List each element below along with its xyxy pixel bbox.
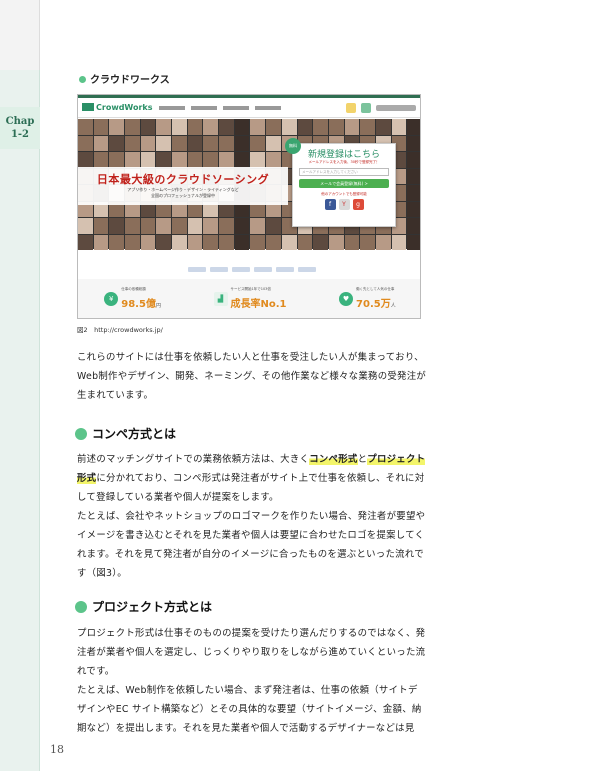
yahoo-icon: Y: [338, 199, 350, 210]
signup-social-note: 他のアカウントでも登録可能: [321, 192, 367, 196]
share-button-icon: [254, 267, 272, 272]
project-paragraph-2: たとえば、Web制作を依頼したい場合、まず発注者は、仕事の依頼（サイトデザインや…: [77, 685, 422, 734]
logo-mark-icon: [82, 103, 94, 111]
crowdworks-screenshot: CrowdWorks 日本最大級のクラウドソーシング アプリ作り・ホームページ作…: [77, 94, 421, 319]
signup-title: 新規登録はこちら: [307, 150, 380, 160]
bullet-dot-icon: [75, 601, 87, 613]
signup-button: メールで会員登録(無料) >: [299, 179, 389, 188]
bullet-dot-icon: [75, 428, 87, 440]
project-paragraph-1: プロジェクト形式は仕事そのものの提案を受けたり選んだりするのではなく、発注者が業…: [77, 628, 426, 677]
highlight-compe: コンペ形式: [309, 454, 358, 465]
stat-item: ♥ 働く先として人気の仕事 70.5万人: [339, 287, 396, 311]
login-icon: [361, 102, 371, 113]
facebook-icon: f: [324, 199, 336, 210]
chart-icon: ▟: [213, 292, 228, 306]
heart-icon: ♥: [339, 292, 354, 306]
hero-banner: 日本最大級のクラウドソーシング アプリ作り・ホームページ作り・デザイン・ライティ…: [78, 167, 288, 205]
compe-paragraph-1: 前述のマッチングサイトでの業務依頼方法は、大きくコンペ形式とプロジェクト形式に分…: [77, 454, 426, 503]
figure-heading-text: クラウドワークス: [90, 75, 170, 86]
intro-paragraph: これらのサイトには仕事を依頼したい人と仕事を受注したい人が集まっており、Web制…: [77, 352, 427, 401]
share-button-icon: [188, 267, 206, 272]
share-button-icon: [232, 267, 250, 272]
hero-subtitle-2: 全国のプロフェッショナルが登録中: [151, 193, 215, 198]
section-heading-compe: コンペ方式とは: [75, 425, 176, 442]
stat-item: ▟ サービス開始1年で103倍 成長率No.1: [213, 287, 287, 311]
screenshot-nav: [158, 105, 281, 110]
signup-email-field: メールアドレスを入力してください: [299, 168, 389, 176]
share-button-icon: [298, 267, 316, 272]
page-number: 18: [50, 743, 64, 756]
chapter-label: Chap: [5, 116, 35, 127]
share-button-icon: [276, 267, 294, 272]
share-buttons: [188, 267, 316, 272]
crowdworks-logo: CrowdWorks: [82, 103, 153, 112]
screenshot-header: CrowdWorks: [78, 98, 420, 118]
stat-item: ¥ 仕事の依頼総額 98.5億円: [104, 287, 161, 311]
figure-caption: 図2 http://crowdworks.jp/: [77, 326, 163, 334]
google-icon: g: [352, 199, 364, 210]
margin-band-top: [0, 0, 40, 70]
figure-heading: クラウドワークス: [79, 71, 170, 86]
social-icons: f Y g: [299, 199, 389, 210]
hero-title: 日本最大級のクラウドソーシング: [96, 173, 270, 186]
share-button-icon: [210, 267, 228, 272]
free-badge: 無料: [285, 138, 301, 154]
screenshot-header-right: [346, 102, 416, 113]
badge-icon: [346, 102, 356, 113]
signup-note: メールアドレスを入力後、30秒で登録完了！: [308, 160, 380, 164]
bullet-dot-icon: [79, 76, 86, 83]
yen-icon: ¥: [104, 292, 119, 306]
chapter-number: 1-2: [10, 129, 30, 140]
compe-paragraph-2: たとえば、会社やネットショップのロゴマークを作りたい場合、発注者が要望やイメージ…: [77, 511, 426, 579]
section-heading-project: プロジェクト方式とは: [75, 598, 212, 615]
signup-box: 無料 新規登録はこちら メールアドレスを入力後、30秒で登録完了！ メールアドレ…: [285, 138, 396, 227]
chapter-tab: Chap 1-2: [0, 107, 40, 149]
stats-row: ¥ 仕事の依頼総額 98.5億円 ▟ サービス開始1年で103倍 成長率No.1…: [78, 279, 420, 318]
